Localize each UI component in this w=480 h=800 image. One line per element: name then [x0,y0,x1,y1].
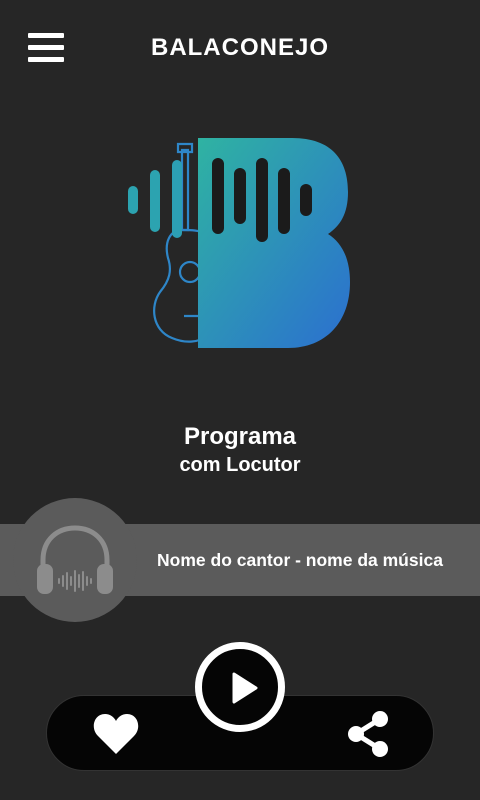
now-playing-track: Nome do cantor - nome da música [157,550,443,570]
headphones-icon [37,525,113,594]
app-title: BALACONEJO [150,34,329,61]
share-icon[interactable] [346,710,392,758]
heart-icon[interactable] [92,712,140,756]
program-subtitle: com Locutor [179,454,301,476]
program-info: Programa com Locutor [0,422,480,478]
play-icon [232,672,258,704]
top-bar: BALACONEJO [0,0,480,100]
play-button[interactable] [195,642,285,732]
program-title: Programa [183,423,297,450]
balaconejo-logo [128,138,350,348]
album-art [13,498,137,622]
